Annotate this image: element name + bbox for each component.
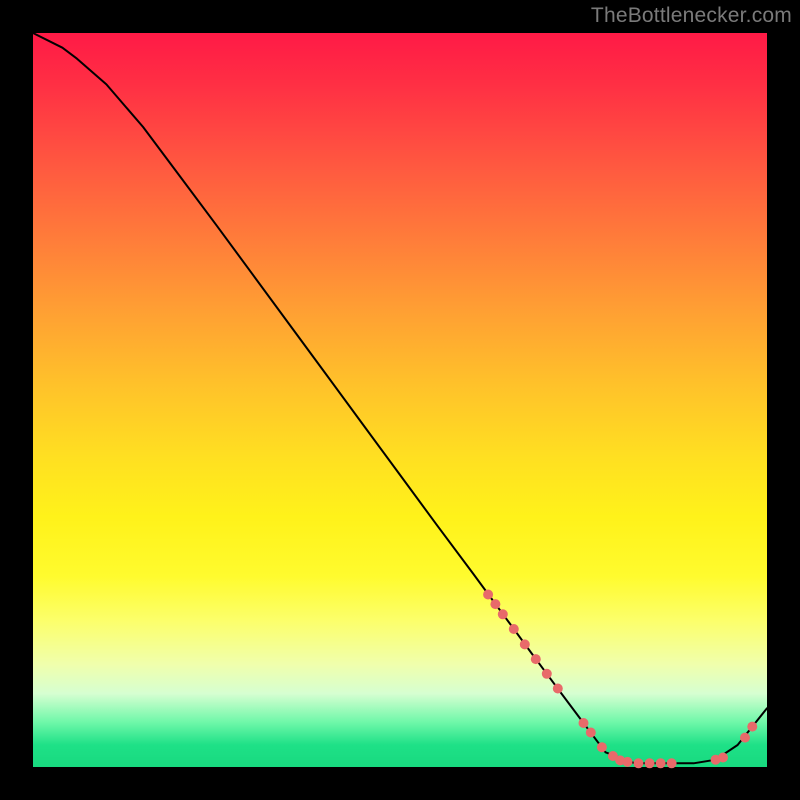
data-marker <box>490 599 500 609</box>
data-marker <box>531 654 541 664</box>
data-marker <box>498 609 508 619</box>
attribution-text: TheBottlenecker.com <box>591 4 792 28</box>
data-marker <box>623 757 633 767</box>
data-marker <box>509 624 519 634</box>
data-marker <box>483 590 493 600</box>
data-marker <box>520 639 530 649</box>
data-marker <box>656 758 666 768</box>
chart-frame: TheBottlenecker.com <box>0 0 800 800</box>
data-marker <box>645 758 655 768</box>
data-marker <box>747 722 757 732</box>
data-line <box>33 33 767 763</box>
data-marker <box>718 753 728 763</box>
data-marker <box>634 758 644 768</box>
marker-group <box>483 590 757 769</box>
data-marker <box>667 758 677 768</box>
data-marker <box>586 728 596 738</box>
data-marker <box>597 742 607 752</box>
data-marker <box>542 669 552 679</box>
plot-area <box>33 33 767 767</box>
data-marker <box>740 733 750 743</box>
data-marker <box>579 718 589 728</box>
chart-svg <box>33 33 767 767</box>
data-marker <box>553 684 563 694</box>
